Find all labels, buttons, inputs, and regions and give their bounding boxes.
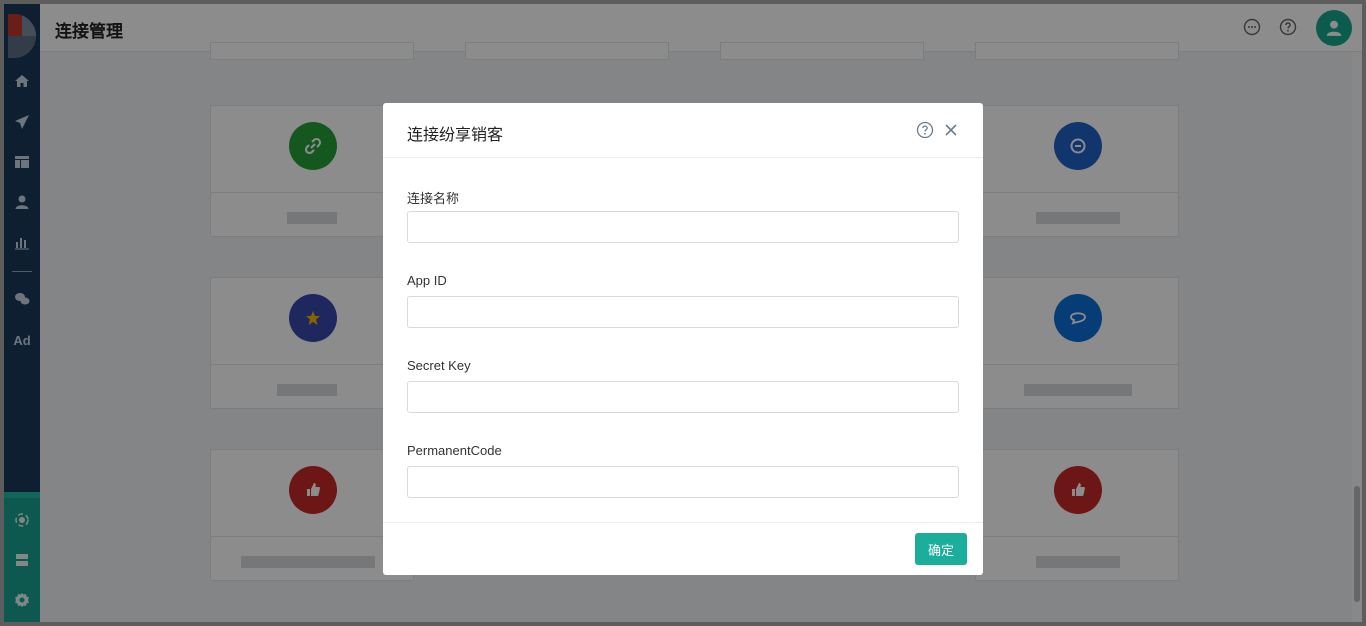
app-window: Ad 连接管理 连接纷享销客 连接名称 App ID Secret Key Pe… xyxy=(4,4,1362,622)
permanent-code-input[interactable] xyxy=(407,466,959,498)
secret-key-label: Secret Key xyxy=(407,358,471,373)
close-icon[interactable] xyxy=(942,121,960,139)
secret-key-input[interactable] xyxy=(407,381,959,413)
connection-name-label: 连接名称 xyxy=(407,191,460,206)
connect-dialog: 连接纷享销客 连接名称 App ID Secret Key PermanentC… xyxy=(383,103,983,575)
help-icon[interactable] xyxy=(916,121,934,139)
connection-name-input[interactable] xyxy=(407,211,959,243)
permanent-code-label: PermanentCode xyxy=(407,443,502,458)
confirm-button[interactable]: 确定 xyxy=(915,533,967,565)
dialog-header: 连接纷享销客 xyxy=(383,103,983,158)
app-id-label: App ID xyxy=(407,273,447,288)
app-id-input[interactable] xyxy=(407,296,959,328)
dialog-title: 连接纷享销客 xyxy=(407,127,504,144)
dialog-footer: 确定 xyxy=(383,522,983,575)
